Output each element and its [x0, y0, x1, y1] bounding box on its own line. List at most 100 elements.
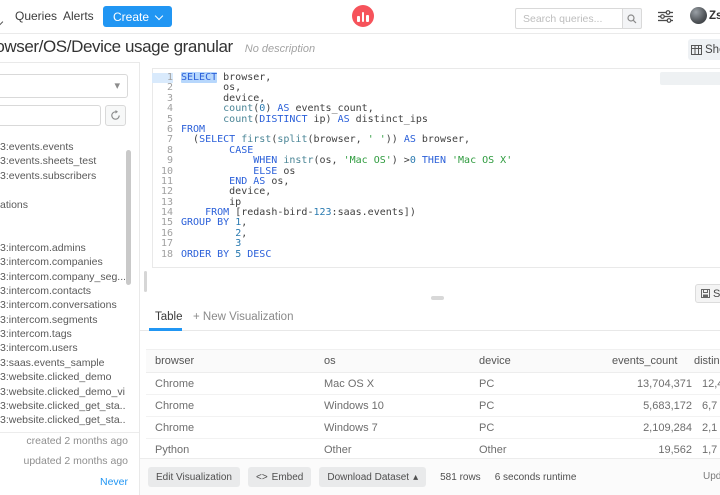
schema-item[interactable]: 3:intercom.tags	[0, 327, 125, 341]
schema-item[interactable]: 3:intercom.company_seg...	[0, 270, 125, 284]
schema-item[interactable]: 3:website.clicked_demo_vi...	[0, 385, 125, 399]
code-token: ' '	[367, 134, 386, 146]
code-token: events_count,	[289, 103, 374, 115]
search-button[interactable]	[622, 8, 642, 29]
magnifier-icon	[627, 13, 637, 23]
editor-code: SELECT browser, os, device, count(0) AS …	[181, 72, 512, 260]
navbar: Queries Alerts Create Search queries... …	[0, 0, 720, 34]
column-header-os[interactable]: os	[315, 349, 470, 373]
column-header-browser[interactable]: browser	[146, 349, 315, 373]
code-token: ORDER BY	[181, 248, 230, 260]
redash-logo[interactable]	[352, 5, 374, 27]
page-description[interactable]: No description	[245, 43, 315, 55]
code-token: os,	[181, 82, 242, 94]
code-token: os	[277, 165, 296, 177]
schema-item[interactable]: 3:website.clicked_demo	[0, 370, 125, 384]
table-cell: 2,109,284	[612, 416, 694, 439]
schema-item	[0, 226, 125, 240]
editor-corner-button-fragment[interactable]	[660, 72, 720, 85]
table-cell: 13,704,371	[612, 372, 694, 395]
schema-item[interactable]: 3:intercom.segments	[0, 313, 125, 327]
column-header-events-count[interactable]: events_count	[612, 349, 694, 373]
show-button[interactable]: Show	[688, 39, 720, 60]
save-button[interactable]: Save	[695, 284, 720, 303]
schema-item[interactable]: 3:intercom.conversations	[0, 298, 125, 312]
refresh-schedule-value[interactable]: Never	[0, 476, 128, 488]
gutter-line-number: 18	[160, 248, 173, 260]
code-token: THEN	[421, 155, 446, 167]
schema-item[interactable]: 3:events.subscribers	[0, 169, 125, 183]
code-token: AS	[337, 113, 350, 125]
content-scrollbar-thumb[interactable]	[144, 271, 147, 292]
code-token: device,	[181, 92, 266, 104]
table-cell: PC	[470, 416, 612, 439]
table-cell: 6,7	[694, 394, 720, 417]
schema-item[interactable]: 3:intercom.companies	[0, 255, 125, 269]
table-cell: PC	[470, 394, 612, 417]
code-line: count(DISTINCT ip) AS distinct_ips	[181, 113, 512, 125]
code-token: AS	[403, 134, 416, 146]
edit-visualization-button[interactable]: Edit Visualization	[148, 467, 240, 487]
chevron-down-icon: ▾	[114, 80, 120, 92]
table-cell: PC	[470, 372, 612, 395]
embed-button[interactable]: <> Embed	[247, 467, 312, 487]
code-token: (os,	[313, 155, 344, 167]
embed-label: Embed	[271, 471, 304, 483]
nav-item-alerts[interactable]: Alerts	[63, 9, 94, 23]
editor-resize-handle[interactable]	[431, 296, 444, 300]
code-token: (	[181, 134, 200, 146]
avatar[interactable]	[690, 7, 707, 24]
nav-item-queries[interactable]: Queries	[15, 9, 57, 23]
schema-item[interactable]: 3:website.clicked_get_sta...	[0, 399, 125, 413]
logo-bar	[366, 15, 369, 22]
schema-item[interactable]: 3:events.sheets_test	[0, 154, 125, 168]
show-button-label: Show	[705, 43, 720, 56]
table-row: ChromeMac OS XPC13,704,37112,4	[146, 372, 720, 395]
user-name[interactable]: Zsolt	[709, 10, 720, 22]
code-token: [redash-bird-	[229, 207, 314, 219]
datasource-select[interactable]: ▾	[0, 74, 128, 98]
settings-sliders-icon[interactable]	[658, 10, 673, 28]
sidebar-divider	[139, 62, 140, 495]
schema-item[interactable]: 3:events.events	[0, 140, 125, 154]
tab-table[interactable]: Table	[155, 311, 183, 323]
schema-item[interactable]: 3:intercom.admins	[0, 241, 125, 255]
table-cell: Mac OS X	[315, 372, 470, 395]
code-token: ,	[241, 217, 248, 229]
code-token: END	[229, 175, 248, 187]
embed-code-icon: <>	[255, 471, 268, 483]
schema-list-bottom-border	[0, 432, 139, 433]
schema-search-input[interactable]	[0, 105, 101, 126]
schema-scrollbar-thumb[interactable]	[126, 150, 131, 285]
code-token: WHEN	[253, 155, 278, 167]
column-header-device[interactable]: device	[470, 349, 612, 373]
schema-item[interactable]: 3:saas.events_sample	[0, 356, 125, 370]
active-tab-underline	[149, 328, 182, 331]
code-token: AS	[277, 103, 290, 115]
editor-gutter: 1 2 3 4 5 6 7 8 9 10 11 12 13 14 15 16 17 18	[152, 72, 173, 260]
code-token: browser,	[415, 134, 471, 146]
schema-item[interactable]: ations	[0, 198, 125, 212]
runtime-text: 6 seconds runtime	[494, 471, 577, 483]
download-dataset-button[interactable]: Download Dataset ▴	[319, 467, 427, 487]
column-header-distinct-[interactable]: distinct_	[694, 349, 720, 373]
schema-refresh-button[interactable]	[105, 105, 126, 126]
table-cell: Chrome	[146, 416, 315, 439]
code-token: FROM	[181, 123, 206, 135]
tab-new-visualization[interactable]: + New Visualization	[193, 311, 293, 323]
search-input[interactable]	[515, 8, 622, 29]
create-button[interactable]: Create	[103, 6, 173, 27]
code-token: ip	[181, 196, 242, 208]
schema-item[interactable]: 3:intercom.contacts	[0, 284, 125, 298]
schema-item[interactable]: 3:website.clicked_get_sta...	[0, 413, 125, 427]
page-title[interactable]: browser/OS/Device usage granular	[0, 37, 233, 57]
table-cell: Windows 7	[315, 416, 470, 439]
redash-query-page: Queries Alerts Create Search queries... …	[0, 0, 720, 495]
schema-item[interactable]: 3:intercom.users	[0, 341, 125, 355]
